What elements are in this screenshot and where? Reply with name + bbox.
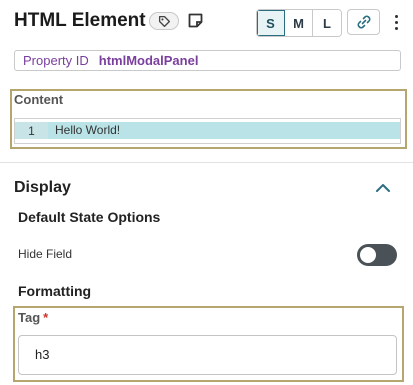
size-large-button[interactable]: L — [313, 10, 341, 36]
link-button[interactable] — [347, 9, 380, 35]
property-id-value[interactable]: htmlModalPanel — [99, 53, 199, 68]
tag-badge-button[interactable] — [149, 12, 179, 30]
content-label: Content — [14, 92, 64, 107]
display-section-title[interactable]: Display — [14, 179, 71, 197]
default-state-heading: Default State Options — [18, 209, 161, 225]
toggle-knob — [360, 247, 376, 263]
section-divider — [0, 162, 413, 163]
formatting-heading: Formatting — [18, 283, 92, 299]
hide-field-toggle[interactable] — [357, 244, 397, 266]
property-id-label: Property ID — [23, 53, 89, 68]
line-number: 1 — [15, 122, 48, 139]
panel-title: HTML Element — [14, 10, 146, 31]
more-vertical-icon[interactable] — [389, 10, 403, 34]
tag-label-text: Tag — [18, 310, 41, 325]
tag-icon — [158, 15, 170, 27]
note-icon[interactable] — [187, 12, 204, 29]
size-small-button[interactable]: S — [257, 10, 285, 36]
tag-input[interactable]: h3 — [18, 335, 397, 375]
link-icon — [357, 15, 370, 29]
hide-field-label: Hide Field — [18, 247, 73, 261]
size-toggle-group: S M L — [256, 9, 342, 37]
chevron-up-icon[interactable] — [373, 180, 393, 196]
property-id-field: Property ID htmlModalPanel — [14, 50, 401, 71]
required-marker: * — [43, 310, 49, 325]
size-medium-button[interactable]: M — [285, 10, 313, 36]
tag-label: Tag * — [18, 310, 48, 325]
code-line[interactable]: Hello World! — [48, 122, 400, 139]
